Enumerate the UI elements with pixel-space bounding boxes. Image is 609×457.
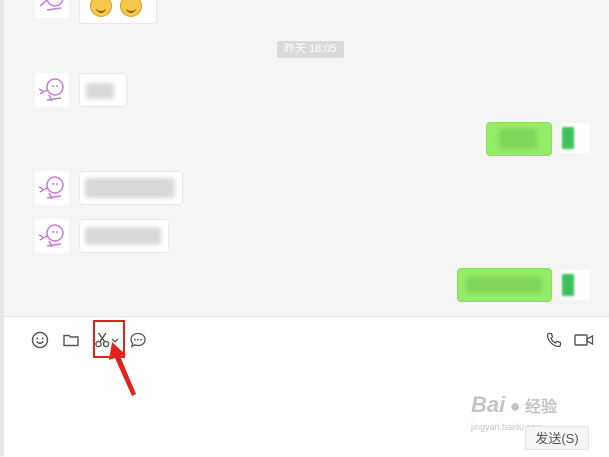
emoji-icon[interactable] bbox=[30, 330, 50, 350]
chat-history: 昨天 18:05 bbox=[0, 0, 609, 316]
phone-icon[interactable] bbox=[544, 330, 564, 350]
message-bubble[interactable] bbox=[79, 171, 183, 205]
send-button[interactable]: 发送(S) bbox=[525, 426, 589, 450]
user-avatar[interactable] bbox=[560, 123, 590, 153]
message-bubble[interactable] bbox=[79, 73, 127, 107]
baidu-watermark: Bai ● 经验 jingyan.baidu.com bbox=[471, 392, 558, 432]
contact-avatar[interactable] bbox=[35, 73, 69, 107]
emoji-icon bbox=[90, 0, 112, 17]
contact-avatar[interactable] bbox=[35, 171, 69, 205]
user-avatar[interactable] bbox=[560, 270, 590, 300]
pointer-arrow-annotation bbox=[109, 342, 136, 396]
sent-message-bubble[interactable] bbox=[486, 122, 552, 156]
contact-avatar[interactable] bbox=[35, 0, 69, 18]
sent-message-bubble[interactable] bbox=[457, 268, 552, 302]
folder-icon[interactable] bbox=[61, 330, 81, 350]
message-bubble[interactable] bbox=[79, 0, 157, 24]
message-timestamp: 昨天 18:05 bbox=[277, 41, 344, 58]
video-icon[interactable] bbox=[573, 330, 595, 350]
emoji-icon bbox=[120, 0, 142, 17]
paw-icon: ● bbox=[509, 396, 521, 416]
contact-avatar[interactable] bbox=[35, 219, 69, 253]
message-bubble[interactable] bbox=[79, 219, 169, 253]
